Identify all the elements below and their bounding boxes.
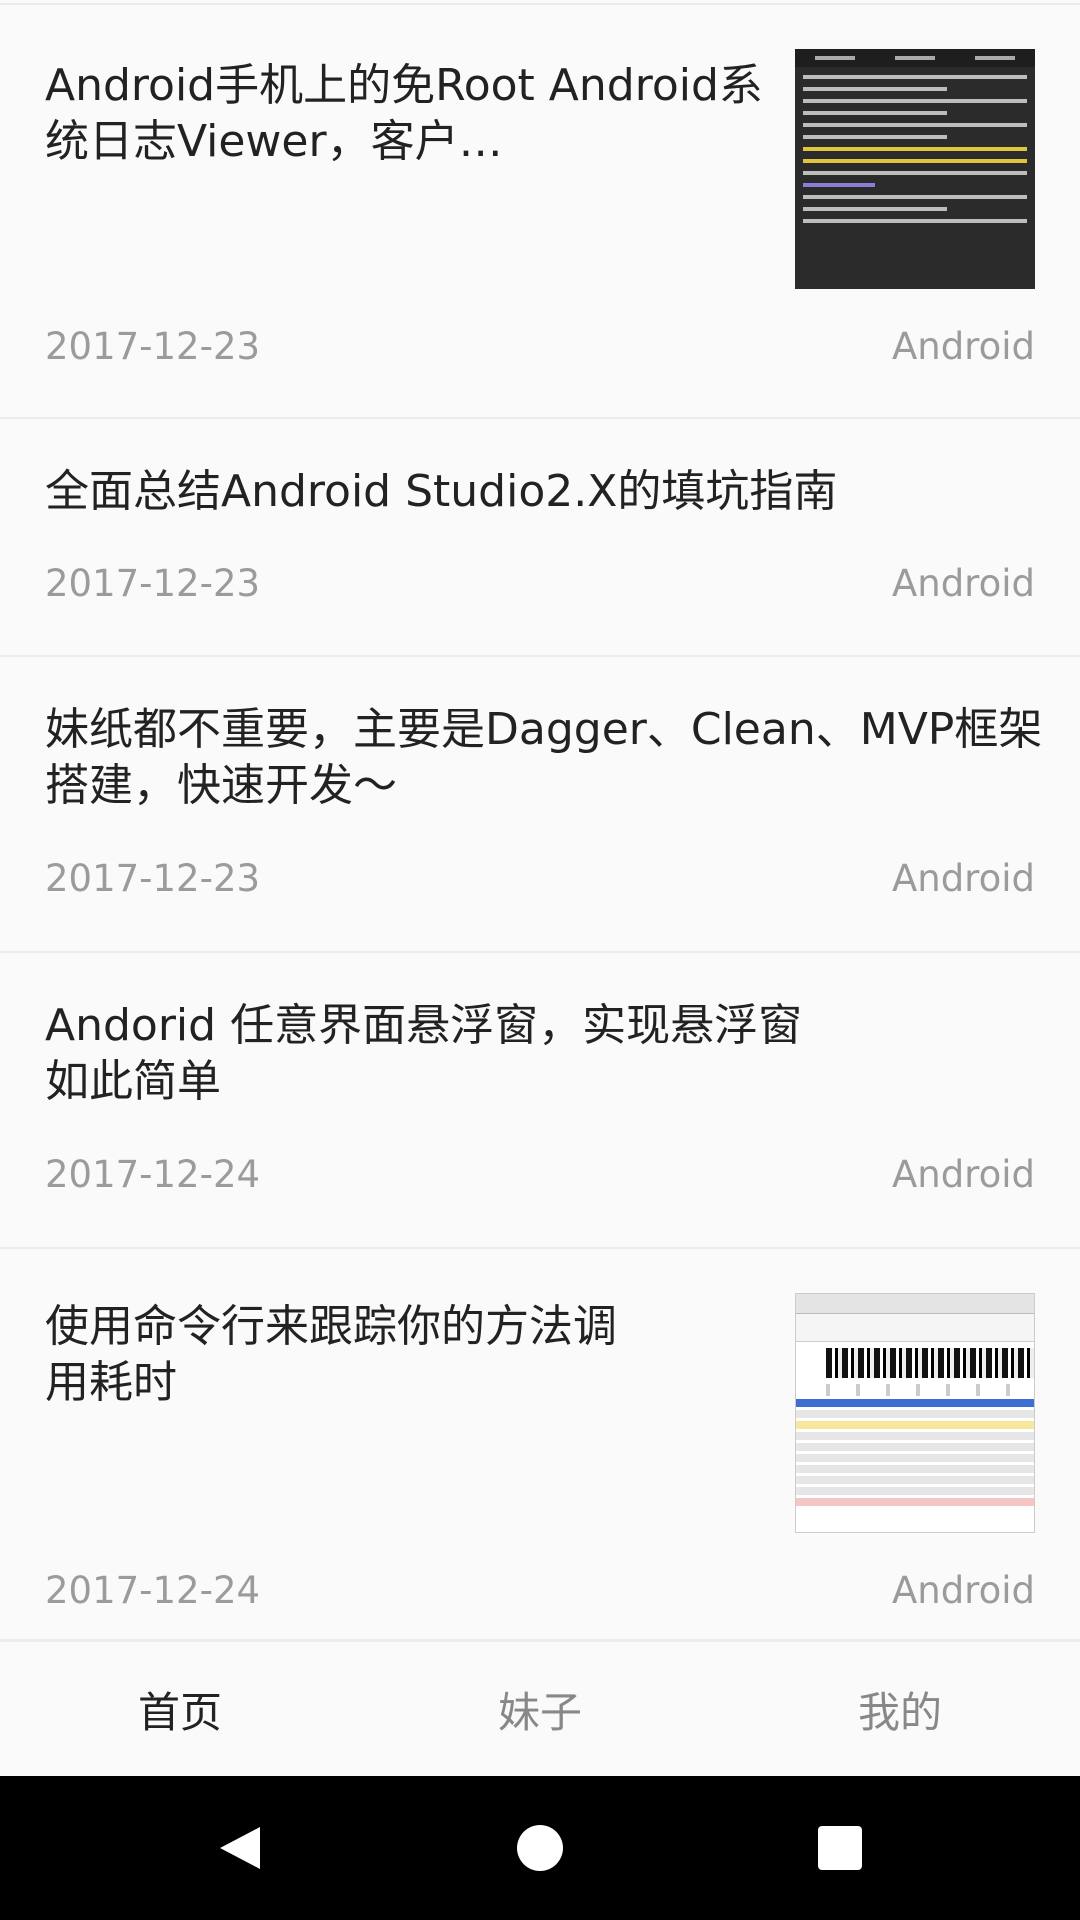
back-icon[interactable]: [215, 1823, 265, 1873]
article-card[interactable]: Andorid 任意界面悬浮窗，实现悬浮窗如此简单 2017-12-24 And…: [0, 953, 1080, 1249]
recents-icon[interactable]: [815, 1823, 865, 1873]
article-title: Andorid 任意界面悬浮窗，实现悬浮窗如此简单: [45, 1000, 803, 1107]
article-date: 2017-12-23: [45, 325, 261, 368]
system-navigation-bar: [0, 1776, 1080, 1920]
article-category: Android: [891, 562, 1035, 605]
article-card[interactable]: 妹纸都不重要，主要是Dagger、Clean、MVP框架搭建，快速开发～ 201…: [0, 657, 1080, 953]
article-card[interactable]: 使用命令行来跟踪你的方法调用耗时 2017-12-24 Android: [0, 1249, 1080, 1640]
article-category: Android: [891, 1153, 1035, 1196]
article-title: 妹纸都不重要，主要是Dagger、Clean、MVP框架搭建，快速开发～: [45, 704, 1043, 811]
article-date: 2017-12-24: [45, 1569, 261, 1612]
article-date: 2017-12-23: [45, 857, 261, 900]
article-date: 2017-12-23: [45, 562, 261, 605]
article-category: Android: [891, 857, 1035, 900]
article-category: Android: [891, 325, 1035, 368]
article-thumbnail: [795, 49, 1035, 289]
article-card[interactable]: Android手机上的免Root Android系统日志Viewer，客户… 2…: [0, 5, 1080, 419]
article-date: 2017-12-24: [45, 1153, 261, 1196]
home-icon[interactable]: [515, 1823, 565, 1873]
tab-girls[interactable]: 妹子: [360, 1642, 720, 1776]
tab-mine[interactable]: 我的: [720, 1642, 1080, 1776]
article-thumbnail: [795, 1293, 1035, 1533]
article-title: 全面总结Android Studio2.X的填坑指南: [45, 466, 838, 517]
article-category: Android: [891, 1569, 1035, 1612]
tab-home[interactable]: 首页: [0, 1642, 360, 1776]
article-title: Android手机上的免Root Android系统日志Viewer，客户…: [45, 60, 763, 167]
article-card[interactable]: 全面总结Android Studio2.X的填坑指南 2017-12-23 An…: [0, 419, 1080, 657]
article-feed: Android手机上的免Root Android系统日志Viewer，客户… 2…: [0, 0, 1080, 1640]
article-title: 使用命令行来跟踪你的方法调用耗时: [45, 1301, 617, 1408]
bottom-tab-bar: 首页 妹子 我的: [0, 1640, 1080, 1776]
